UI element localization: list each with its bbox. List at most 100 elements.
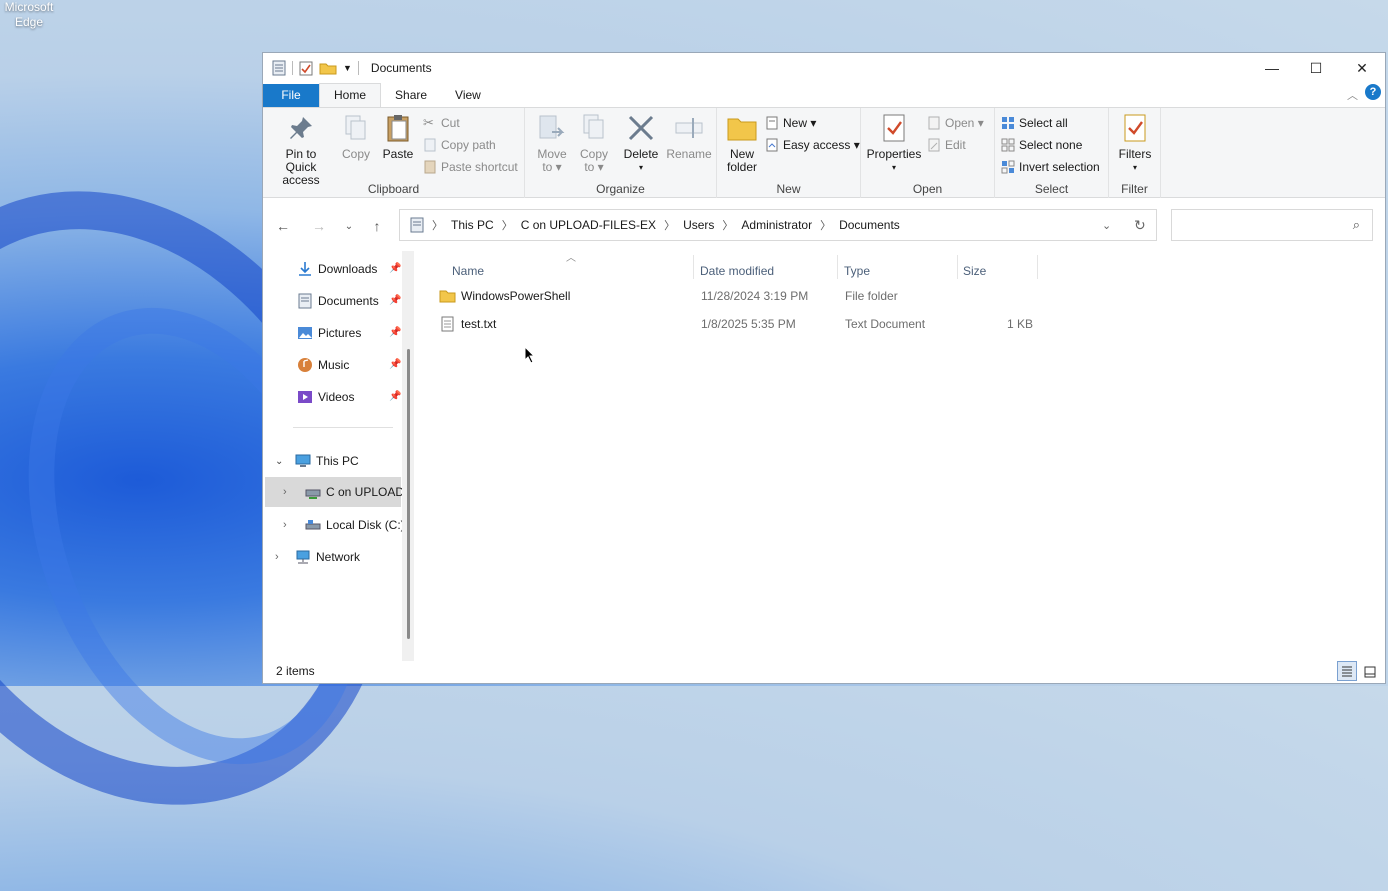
file-explorer-window: ▼ Documents — ☐ ✕ File Home Share View ︿…	[262, 52, 1386, 684]
qat-separator-2	[357, 61, 359, 75]
pin-to-quick-access-button[interactable]: Pin to Quick access	[269, 112, 333, 187]
breadcrumb-users[interactable]: Users	[683, 218, 714, 232]
tab-home[interactable]: Home	[319, 83, 382, 107]
pin-icon[interactable]: 📌	[389, 263, 401, 274]
properties-button[interactable]: Properties ▾	[865, 112, 923, 174]
minimize-icon: —	[1265, 60, 1279, 76]
delete-button[interactable]: Delete ▾	[621, 112, 661, 174]
nav-item-label: Music	[318, 358, 350, 372]
open-group-label: Open	[912, 182, 943, 196]
breadcrumb-chevron-icon[interactable]: 〉	[502, 217, 513, 233]
nav-item-documents[interactable]: Documents	[297, 287, 379, 315]
desktop-icon-edge[interactable]: Microsoft Edge	[0, 0, 58, 30]
new-item-button[interactable]: New ▾	[765, 113, 816, 133]
breadcrumb-chevron-icon[interactable]: 〉	[722, 217, 733, 233]
column-header-date[interactable]: Date modified	[700, 259, 774, 283]
details-view-button[interactable]	[1337, 661, 1357, 681]
ribbon-collapse-icon[interactable]: ︿	[1347, 87, 1358, 103]
pin-icon[interactable]: 📌	[389, 295, 401, 306]
search-icon[interactable]: ⌕	[1353, 217, 1360, 233]
nav-item-downloads[interactable]: Downloads	[297, 255, 377, 283]
breadcrumb-documents[interactable]: Documents	[839, 218, 900, 232]
column-header-name[interactable]: Name	[452, 259, 484, 283]
pin-icon[interactable]: 📌	[389, 391, 401, 402]
nav-item-this-pc[interactable]: ⌄ This PC	[275, 447, 359, 475]
up-button[interactable]: ↑	[367, 216, 387, 236]
paste-shortcut-button[interactable]: Paste shortcut	[423, 157, 518, 177]
file-row[interactable]: WindowsPowerShell 11/28/2024 3:19 PM Fil…	[439, 285, 1039, 309]
recent-locations-button[interactable]: ⌄	[339, 216, 359, 236]
pin-label-1: Pin to Quick	[285, 147, 317, 174]
collapsed-chevron-icon[interactable]: ›	[275, 551, 289, 563]
nav-item-local-disk[interactable]: › Local Disk (C:)	[283, 511, 405, 539]
tab-share[interactable]: Share	[381, 84, 441, 107]
download-icon	[299, 262, 311, 276]
column-header-type[interactable]: Type	[844, 259, 870, 283]
nav-item-music[interactable]: Music	[297, 351, 349, 379]
properties-qat-icon[interactable]	[299, 60, 313, 76]
cut-button[interactable]: ✂ Cut	[423, 113, 460, 133]
nav-item-network[interactable]: › Network	[275, 543, 360, 571]
nav-item-label: This PC	[316, 454, 359, 468]
address-history-dropdown-icon[interactable]: ⌄	[1102, 219, 1111, 232]
refresh-icon[interactable]: ↻	[1134, 217, 1146, 234]
scrollbar-thumb[interactable]	[407, 349, 410, 639]
breadcrumb-this-pc[interactable]: This PC	[451, 218, 494, 232]
minimize-button[interactable]: —	[1249, 53, 1295, 83]
address-bar[interactable]: 〉 This PC 〉 C on UPLOAD-FILES-EX 〉 Users…	[399, 209, 1157, 241]
forward-arrow-icon: →	[312, 218, 326, 234]
filters-button[interactable]: Filters ▾	[1113, 112, 1157, 174]
copy-button[interactable]: Copy	[337, 112, 375, 161]
select-none-button[interactable]: Select none	[1001, 135, 1082, 155]
pin-icon[interactable]: 📌	[389, 327, 401, 338]
copy-path-icon	[424, 138, 436, 152]
breadcrumb-chevron-icon[interactable]: 〉	[820, 217, 831, 233]
move-to-label-2: to ▾	[542, 160, 562, 174]
nav-item-network-drive[interactable]: › C on UPLOAD-	[265, 477, 408, 507]
forward-button[interactable]: →	[309, 216, 329, 236]
close-button[interactable]: ✕	[1339, 53, 1385, 83]
collapsed-chevron-icon[interactable]: ›	[283, 519, 297, 531]
rename-button[interactable]: Rename	[665, 112, 713, 161]
paste-button[interactable]: Paste	[379, 112, 417, 161]
column-header-size[interactable]: Size	[963, 259, 986, 283]
breadcrumb-chevron-icon[interactable]: 〉	[664, 217, 675, 233]
column-separator[interactable]	[957, 255, 958, 279]
invert-selection-button[interactable]: Invert selection	[1001, 157, 1100, 177]
qat-separator	[292, 61, 293, 75]
back-button[interactable]: ←	[273, 216, 293, 236]
tab-file[interactable]: File	[263, 84, 319, 107]
new-folder-qat-icon[interactable]	[319, 61, 337, 75]
new-folder-button[interactable]: New folder	[723, 112, 761, 174]
large-icons-view-button[interactable]	[1361, 663, 1379, 681]
nav-item-pictures[interactable]: Pictures	[297, 319, 361, 347]
status-bar: 2 items	[263, 659, 1385, 683]
maximize-button[interactable]: ☐	[1293, 53, 1339, 83]
column-separator[interactable]	[837, 255, 838, 279]
nav-item-videos[interactable]: Videos	[297, 383, 354, 411]
move-to-button[interactable]: Move to ▾	[533, 112, 571, 174]
column-separator[interactable]	[693, 255, 694, 279]
column-separator[interactable]	[1037, 255, 1038, 279]
breadcrumb-chevron-icon[interactable]: 〉	[432, 217, 443, 233]
easy-access-button[interactable]: Easy access ▾	[765, 135, 860, 155]
breadcrumb-drive[interactable]: C on UPLOAD-FILES-EX	[521, 218, 656, 232]
paste-shortcut-icon	[424, 160, 436, 174]
collapsed-chevron-icon[interactable]: ›	[283, 486, 297, 498]
breadcrumb-administrator[interactable]: Administrator	[741, 218, 812, 232]
open-button[interactable]: Open ▾	[927, 113, 984, 133]
pin-icon[interactable]: 📌	[389, 359, 401, 370]
help-icon[interactable]: ?	[1365, 84, 1381, 100]
nav-item-label: Downloads	[318, 262, 378, 276]
select-all-button[interactable]: Select all	[1001, 113, 1068, 133]
search-box[interactable]: ⌕	[1171, 209, 1373, 241]
copy-path-button[interactable]: Copy path	[423, 135, 496, 155]
expanded-chevron-icon[interactable]: ⌄	[275, 456, 289, 467]
edit-button[interactable]: Edit	[927, 135, 966, 155]
qat-dropdown-icon[interactable]: ▼	[343, 63, 352, 73]
copy-to-button[interactable]: Copy to ▾	[575, 112, 613, 174]
large-icons-view-icon	[1364, 666, 1376, 678]
file-row[interactable]: test.txt 1/8/2025 5:35 PM Text Document …	[439, 313, 1039, 337]
tab-view[interactable]: View	[441, 84, 495, 107]
navigation-pane-scrollbar[interactable]	[402, 251, 414, 661]
